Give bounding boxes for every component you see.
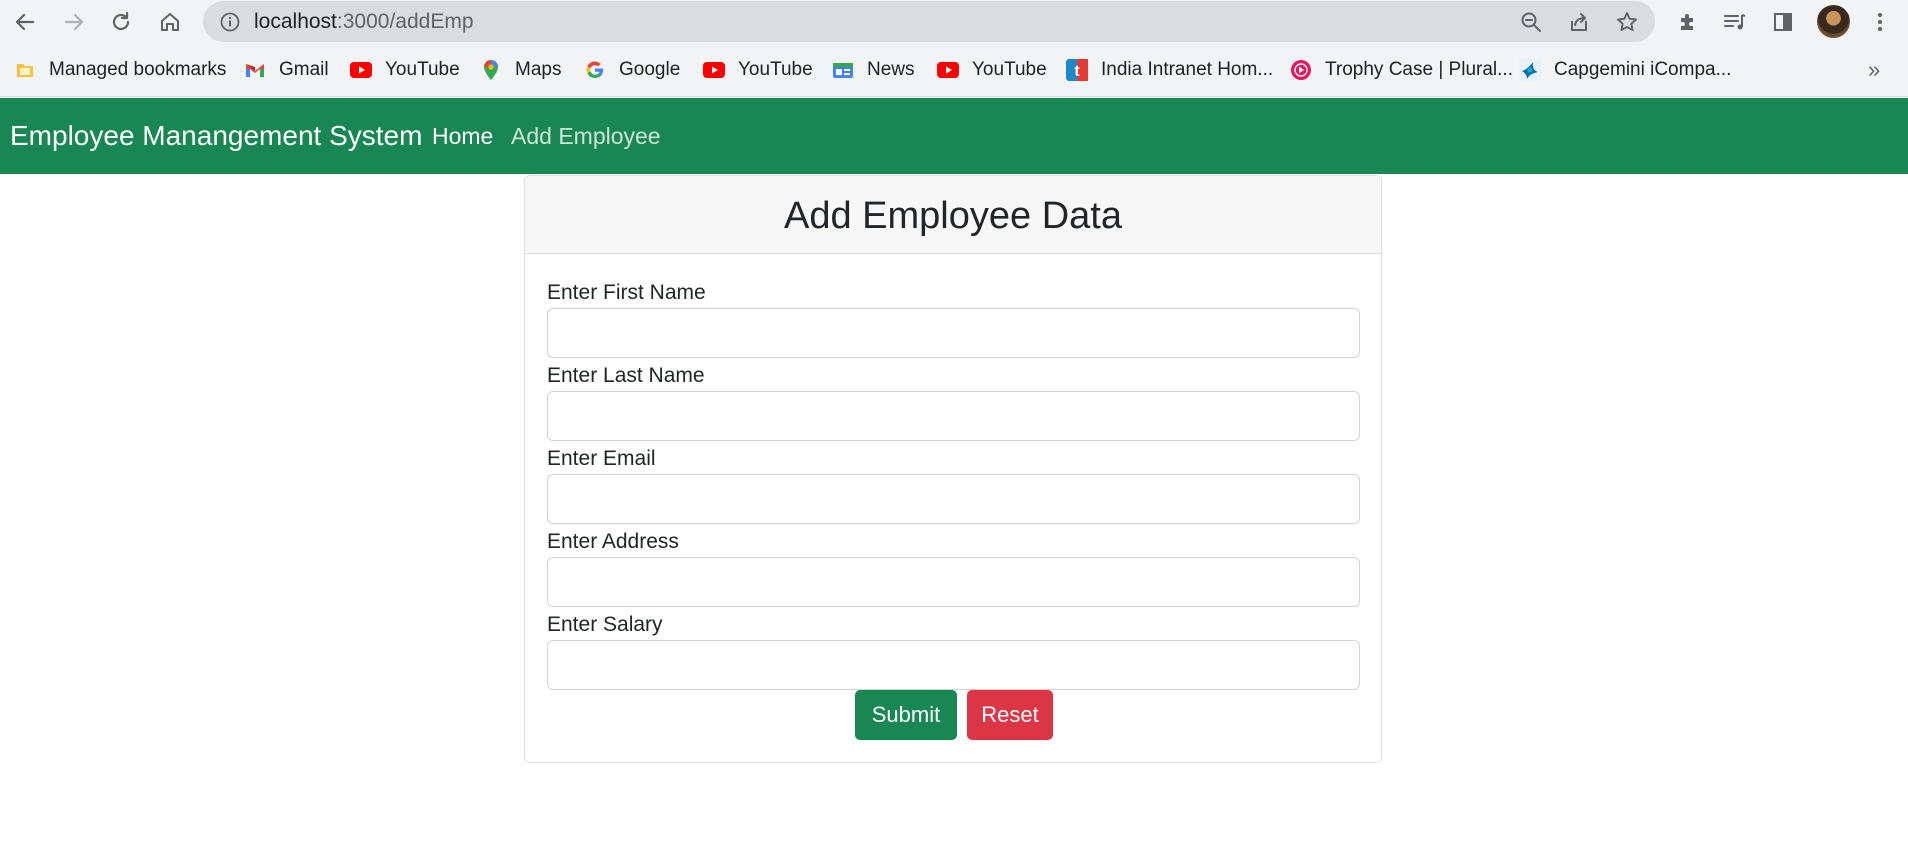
bookmark-managed[interactable]: Managed bookmarks bbox=[14, 56, 226, 84]
bookmark-capgemini[interactable]: Capgemini iCompa... bbox=[1519, 56, 1731, 84]
email-label: Enter Email bbox=[547, 447, 656, 470]
address-label: Enter Address bbox=[547, 530, 679, 553]
gmail-icon bbox=[244, 59, 266, 81]
address-input[interactable] bbox=[547, 557, 1360, 607]
bookmark-news[interactable]: News bbox=[832, 56, 915, 84]
salary-input[interactable] bbox=[547, 640, 1360, 690]
bookmark-label: YouTube bbox=[385, 59, 460, 80]
zoom-icon[interactable] bbox=[1518, 9, 1544, 35]
reload-icon[interactable] bbox=[107, 8, 135, 36]
url-path: :3000/addEmp bbox=[336, 10, 474, 33]
nav-link-add-employee[interactable]: Add Employee bbox=[511, 122, 661, 150]
bookmark-label: Gmail bbox=[279, 59, 329, 80]
star-icon[interactable] bbox=[1614, 9, 1640, 35]
info-icon[interactable] bbox=[219, 11, 241, 33]
extensions-icon[interactable] bbox=[1674, 8, 1702, 36]
back-arrow-icon[interactable] bbox=[11, 8, 39, 36]
svg-text:t: t bbox=[1074, 63, 1080, 80]
bookmark-youtube-1[interactable]: YouTube bbox=[350, 56, 460, 84]
youtube-icon bbox=[350, 59, 372, 81]
url-host: localhost bbox=[254, 10, 337, 33]
share-icon[interactable] bbox=[1566, 9, 1592, 35]
forward-arrow-icon[interactable] bbox=[60, 8, 88, 36]
bookmark-label: Capgemini iCompa... bbox=[1554, 59, 1732, 80]
bookmark-label: Trophy Case | Plural... bbox=[1325, 59, 1513, 80]
reading-list-icon[interactable] bbox=[1721, 8, 1749, 36]
page-title: Add Employee Data bbox=[784, 195, 1122, 237]
maps-icon bbox=[480, 59, 502, 81]
navbar-brand[interactable]: Employee Manangement System bbox=[10, 119, 422, 153]
intranet-icon: t bbox=[1066, 59, 1088, 81]
bookmark-intranet[interactable]: t India Intranet Hom... bbox=[1066, 56, 1273, 84]
bookmarks-bar: Managed bookmarks Gmail YouTube Maps Goo… bbox=[0, 43, 1908, 97]
menu-icon[interactable] bbox=[1866, 8, 1894, 36]
nav-link-home[interactable]: Home bbox=[432, 122, 493, 150]
profile-avatar[interactable] bbox=[1817, 5, 1850, 38]
home-icon[interactable] bbox=[156, 8, 184, 36]
last-name-label: Enter Last Name bbox=[547, 364, 705, 387]
salary-label: Enter Salary bbox=[547, 613, 663, 636]
side-panel-icon[interactable] bbox=[1769, 8, 1797, 36]
bookmark-label: Maps bbox=[515, 59, 562, 80]
bookmark-label: YouTube bbox=[972, 59, 1047, 80]
bookmark-google[interactable]: Google bbox=[584, 56, 680, 84]
bookmarks-overflow-icon[interactable]: » bbox=[1868, 57, 1880, 83]
youtube-icon bbox=[703, 59, 725, 81]
last-name-input[interactable] bbox=[547, 391, 1360, 441]
capgemini-icon bbox=[1519, 59, 1541, 81]
url-text: localhost:3000/addEmp bbox=[254, 11, 474, 33]
bookmark-youtube-2[interactable]: YouTube bbox=[703, 56, 813, 84]
first-name-label: Enter First Name bbox=[547, 281, 706, 304]
bookmark-maps[interactable]: Maps bbox=[480, 56, 561, 84]
bookmark-label: Google bbox=[619, 59, 681, 80]
folder-icon bbox=[14, 59, 36, 81]
browser-toolbar: localhost:3000/addEmp bbox=[0, 0, 1908, 43]
bookmark-label: India Intranet Hom... bbox=[1101, 59, 1274, 80]
bookmark-youtube-3[interactable]: YouTube bbox=[937, 56, 1047, 84]
bookmark-label: Managed bookmarks bbox=[49, 59, 227, 80]
bookmark-gmail[interactable]: Gmail bbox=[244, 56, 329, 84]
address-bar[interactable]: localhost:3000/addEmp bbox=[203, 1, 1655, 42]
bookmark-label: YouTube bbox=[738, 59, 813, 80]
reset-button[interactable]: Reset bbox=[967, 690, 1053, 740]
google-icon bbox=[584, 59, 606, 81]
submit-button[interactable]: Submit bbox=[855, 690, 957, 740]
youtube-icon bbox=[937, 59, 959, 81]
news-icon bbox=[832, 59, 854, 81]
bookmark-label: News bbox=[867, 59, 915, 80]
bookmark-pluralsight[interactable]: Trophy Case | Plural... bbox=[1290, 56, 1513, 84]
email-input[interactable] bbox=[547, 474, 1360, 524]
add-employee-card: Add Employee Data Enter First Name Enter… bbox=[524, 175, 1382, 763]
first-name-input[interactable] bbox=[547, 308, 1360, 358]
card-header: Add Employee Data bbox=[525, 176, 1381, 254]
app-navbar: Employee Manangement System Home Add Emp… bbox=[0, 98, 1908, 174]
pluralsight-icon bbox=[1290, 59, 1312, 81]
